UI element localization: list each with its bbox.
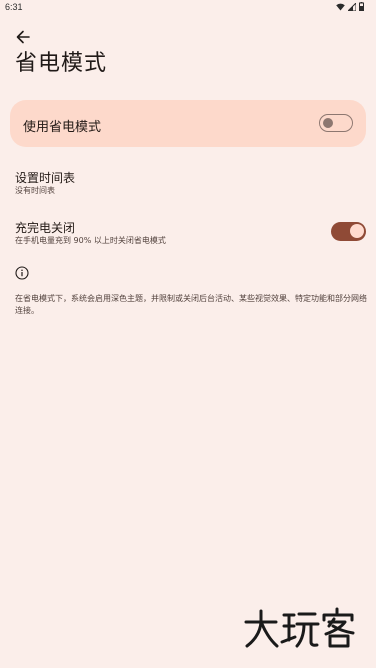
turn-off-when-charged-row[interactable]: 充完电关闭 在手机电量充到 90% 以上时关闭省电模式 xyxy=(0,212,376,252)
arrow-left-icon xyxy=(16,30,30,44)
status-bar: 6:31 xyxy=(0,0,376,14)
battery-saver-switch[interactable] xyxy=(319,114,353,132)
page-title: 省电模式 xyxy=(15,51,108,76)
battery-saver-description: 在省电模式下，系统会启用深色主题，并限制或关闭后台活动、某些视觉效果、特定功能和… xyxy=(15,294,367,315)
info-icon xyxy=(15,266,29,280)
battery-icon xyxy=(359,2,364,11)
status-icons xyxy=(336,2,364,11)
wifi-icon xyxy=(336,3,345,10)
watermark-logo xyxy=(244,607,355,648)
signal-icon xyxy=(348,2,356,11)
turn-off-when-charged-switch[interactable] xyxy=(331,222,366,241)
schedule-title: 设置时间表 xyxy=(15,171,76,185)
switch-knob xyxy=(350,224,364,238)
turn-off-when-charged-title: 充完电关闭 xyxy=(15,221,76,235)
turn-off-when-charged-subtitle: 在手机电量充到 90% 以上时关闭省电模式 xyxy=(15,236,166,245)
battery-saver-label: 使用省电模式 xyxy=(23,120,102,135)
schedule-subtitle: 没有时间表 xyxy=(15,186,55,195)
switch-knob xyxy=(323,117,333,128)
status-time: 6:31 xyxy=(5,2,23,12)
battery-saver-toggle-card[interactable]: 使用省电模式 xyxy=(10,100,366,147)
schedule-row[interactable]: 设置时间表 没有时间表 xyxy=(0,162,376,202)
